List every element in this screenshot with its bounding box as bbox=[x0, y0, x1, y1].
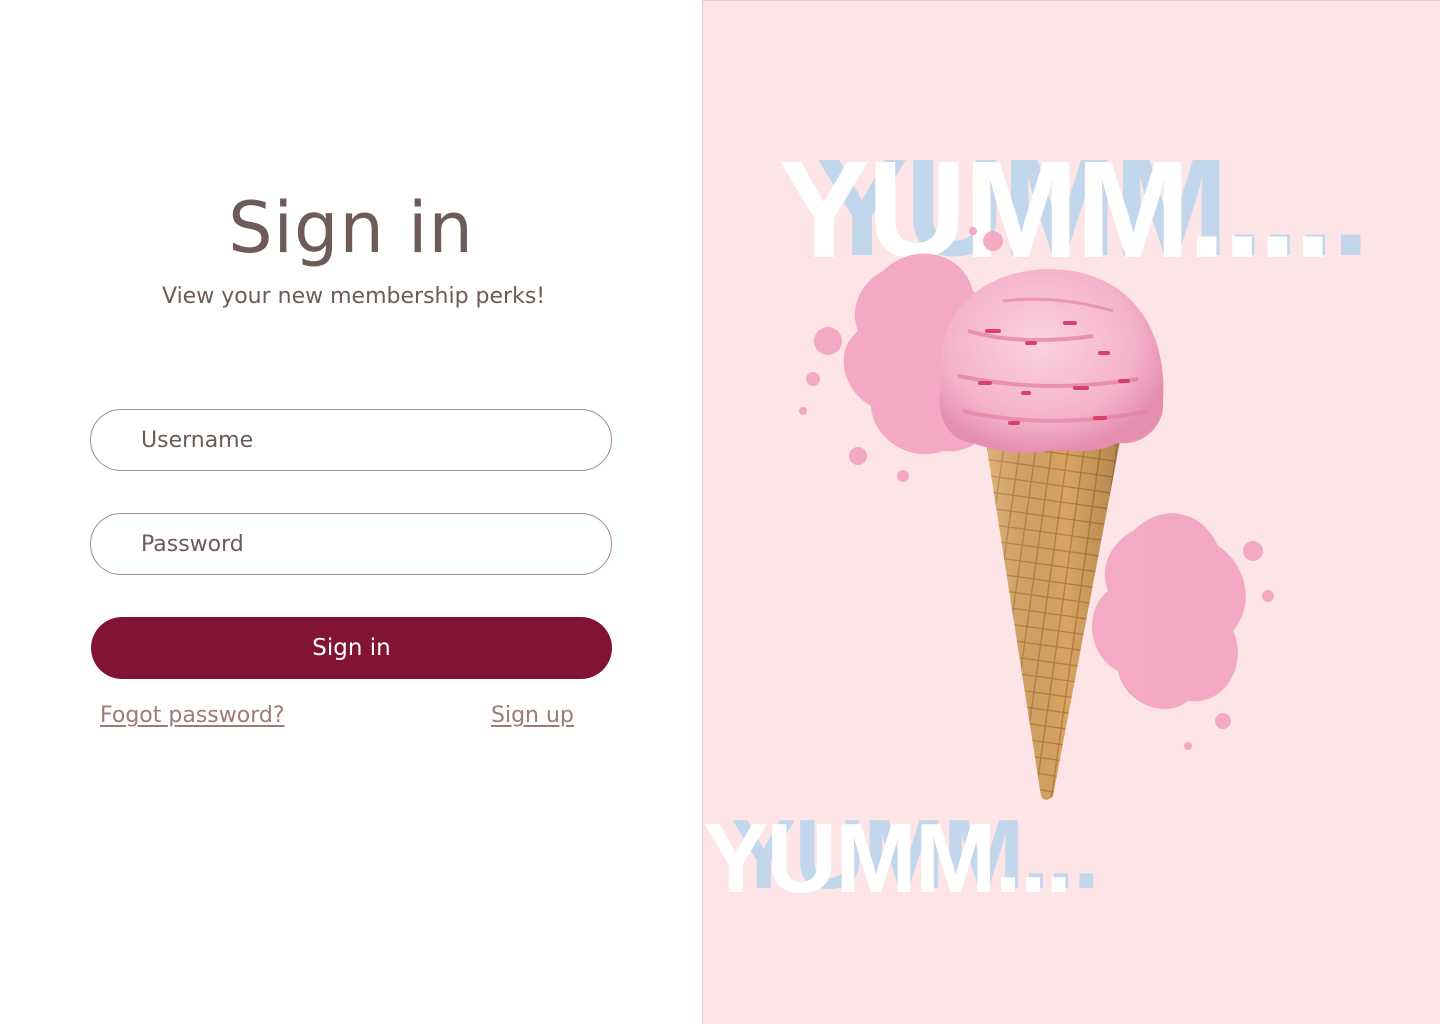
sign-up-link[interactable]: Sign up bbox=[491, 703, 574, 728]
headline-bottom-text: YUMM... bbox=[703, 803, 1072, 913]
promo-poster: YUMM.... YUMM.... YUMM... YUMM... bbox=[702, 0, 1440, 1024]
sign-in-page: Sign in View your new membership perks! … bbox=[0, 0, 1440, 1024]
forgot-password-link[interactable]: Fogot password? bbox=[100, 703, 285, 728]
username-input[interactable] bbox=[141, 410, 581, 470]
sign-in-button[interactable]: Sign in bbox=[91, 617, 612, 679]
headline-bottom: YUMM... YUMM... bbox=[703, 803, 1223, 913]
splash-right bbox=[1088, 496, 1274, 750]
password-input[interactable] bbox=[141, 514, 581, 574]
scoop bbox=[939, 269, 1164, 454]
page-subtitle: View your new membership perks! bbox=[162, 284, 546, 309]
password-field[interactable] bbox=[90, 513, 612, 575]
page-title: Sign in bbox=[228, 187, 474, 269]
ice-cream-cone-icon bbox=[799, 227, 1274, 800]
username-field[interactable] bbox=[90, 409, 612, 471]
sign-in-panel: Sign in View your new membership perks! … bbox=[0, 0, 702, 1024]
